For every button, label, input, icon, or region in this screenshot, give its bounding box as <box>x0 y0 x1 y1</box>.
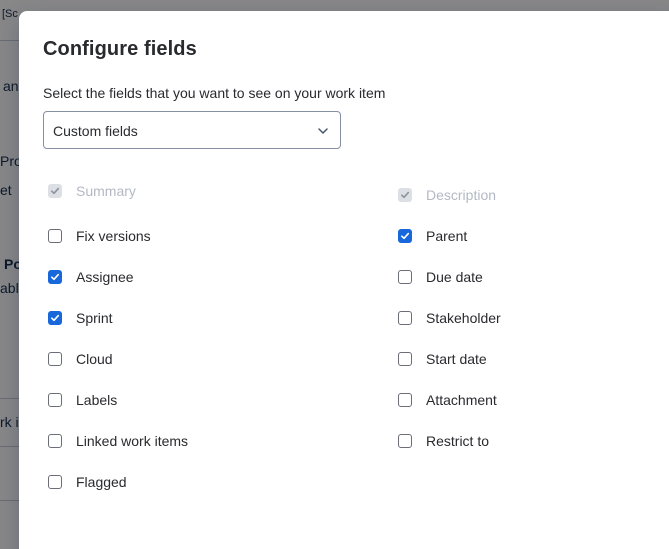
checkbox[interactable] <box>48 475 62 489</box>
field-label: Fix versions <box>76 228 151 244</box>
field-fix-versions[interactable]: Fix versions <box>48 226 151 246</box>
background-text-fragment: an <box>3 78 19 94</box>
checkbox[interactable] <box>48 434 62 448</box>
checkbox[interactable] <box>398 393 412 407</box>
background-text-fragment: et <box>0 182 12 198</box>
field-label: Labels <box>76 392 118 408</box>
field-label: Attachment <box>426 392 497 408</box>
checkbox <box>48 184 62 198</box>
check-icon <box>51 187 60 195</box>
checkbox[interactable] <box>48 393 62 407</box>
field-label: Assignee <box>76 269 134 285</box>
field-label: Cloud <box>76 351 113 367</box>
checkbox[interactable] <box>48 311 62 325</box>
background-text-fragment: rk i <box>0 414 19 430</box>
check-icon <box>51 273 60 281</box>
check-icon <box>401 232 410 240</box>
field-parent[interactable]: Parent <box>398 226 467 246</box>
field-label: Description <box>426 187 497 203</box>
field-label: Restrict to <box>426 433 490 449</box>
field-label: Sprint <box>76 310 113 326</box>
field-label: Linked work items <box>76 433 189 449</box>
checkbox[interactable] <box>398 434 412 448</box>
field-start-date[interactable]: Start date <box>398 349 487 369</box>
checkbox[interactable] <box>398 229 412 243</box>
field-label: Flagged <box>76 474 127 490</box>
select-value: Custom fields <box>53 123 138 139</box>
checkbox[interactable] <box>398 352 412 366</box>
checkbox[interactable] <box>398 270 412 284</box>
configure-fields-dialog: Configure fields Select the fields that … <box>19 11 669 549</box>
field-type-select[interactable]: Custom fields <box>43 111 341 149</box>
dialog-description: Select the fields that you want to see o… <box>43 85 386 101</box>
chevron-down-icon <box>318 128 328 134</box>
check-icon <box>401 191 410 199</box>
field-label: Summary <box>76 183 136 199</box>
background-search-fragment: [Sc <box>2 8 18 20</box>
checkbox <box>398 188 412 202</box>
field-attachment[interactable]: Attachment <box>398 390 497 410</box>
field-description: Description <box>398 185 496 205</box>
field-summary: Summary <box>48 181 136 201</box>
field-due-date[interactable]: Due date <box>398 267 483 287</box>
check-icon <box>51 314 60 322</box>
field-restrict-to[interactable]: Restrict to <box>398 431 489 451</box>
field-stakeholder[interactable]: Stakeholder <box>398 308 501 328</box>
checkbox[interactable] <box>48 270 62 284</box>
field-flagged[interactable]: Flagged <box>48 472 127 492</box>
checkbox[interactable] <box>398 311 412 325</box>
background-text-fragment: abl <box>0 280 19 296</box>
field-linked-work-items[interactable]: Linked work items <box>48 431 188 451</box>
field-label: Parent <box>426 228 468 244</box>
field-assignee[interactable]: Assignee <box>48 267 134 287</box>
field-sprint[interactable]: Sprint <box>48 308 113 328</box>
field-labels[interactable]: Labels <box>48 390 117 410</box>
field-label: Due date <box>426 269 483 285</box>
field-label: Start date <box>426 351 487 367</box>
field-cloud[interactable]: Cloud <box>48 349 113 369</box>
dialog-title: Configure fields <box>43 38 197 60</box>
checkbox[interactable] <box>48 229 62 243</box>
checkbox[interactable] <box>48 352 62 366</box>
field-label: Stakeholder <box>426 310 501 326</box>
